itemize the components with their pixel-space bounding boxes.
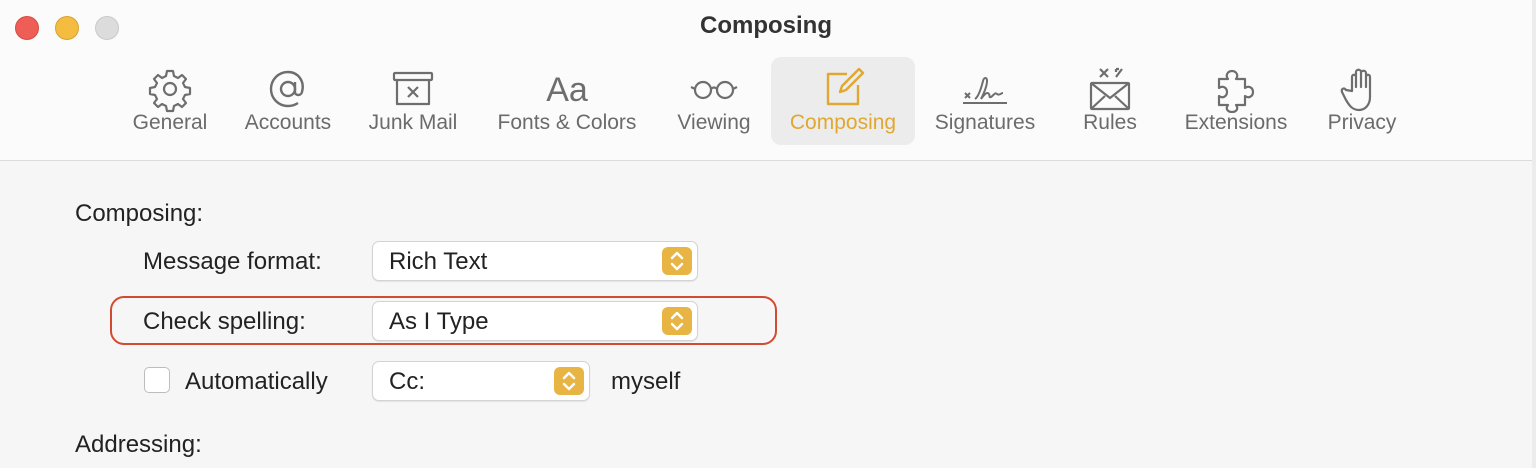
svg-text:Aa: Aa <box>546 71 588 109</box>
tab-privacy[interactable]: Privacy <box>1318 57 1406 145</box>
tab-extensions-label: Extensions <box>1184 111 1288 134</box>
tab-fonts-colors[interactable]: Aa Fonts & Colors <box>486 57 648 145</box>
tab-rules[interactable]: Rules <box>1070 57 1150 145</box>
at-sign-icon <box>269 70 304 108</box>
tab-fonts-colors-label: Fonts & Colors <box>497 111 637 134</box>
tab-junk-mail-label: Junk Mail <box>368 111 458 134</box>
message-format-stepper <box>662 247 692 275</box>
automatically-label: Automatically <box>185 368 328 395</box>
chevron-updown-icon <box>670 311 684 331</box>
gear-icon <box>148 69 192 113</box>
puzzle-icon <box>1217 69 1255 113</box>
chevron-updown-icon <box>562 371 576 391</box>
tab-rules-label: Rules <box>1083 111 1137 134</box>
rules-icon <box>1089 67 1131 111</box>
composing-section-heading: Composing: <box>75 200 204 227</box>
preferences-window: Composing General Accounts Junk Mail Aa … <box>0 0 1533 468</box>
tab-composing-label: Composing <box>789 111 897 134</box>
tab-general-label: General <box>132 111 208 134</box>
message-format-popup[interactable]: Rich Text <box>372 241 698 281</box>
cc-popup[interactable]: Cc: <box>372 361 590 401</box>
glasses-icon <box>690 80 738 100</box>
tab-extensions[interactable]: Extensions <box>1174 57 1298 145</box>
message-format-value: Rich Text <box>389 248 488 275</box>
message-format-label: Message format: <box>143 248 322 275</box>
tab-composing[interactable]: Composing <box>771 57 915 145</box>
automatically-cc-checkbox[interactable] <box>144 367 170 393</box>
tab-signatures-label: Signatures <box>934 111 1036 134</box>
chevron-updown-icon <box>670 251 684 271</box>
titlebar: Composing General Accounts Junk Mail Aa … <box>0 0 1532 161</box>
compose-icon <box>826 67 865 106</box>
tab-privacy-label: Privacy <box>1327 111 1397 134</box>
tab-junk-mail[interactable]: Junk Mail <box>358 57 468 145</box>
tab-accounts[interactable]: Accounts <box>236 57 340 145</box>
check-spelling-stepper <box>662 307 692 335</box>
cc-value: Cc: <box>389 368 425 395</box>
check-spelling-value: As I Type <box>389 308 489 335</box>
window-title: Composing <box>700 12 832 39</box>
addressing-section-heading: Addressing: <box>75 431 202 458</box>
tab-viewing[interactable]: Viewing <box>666 57 762 145</box>
hand-icon <box>1340 68 1372 112</box>
tab-accounts-label: Accounts <box>244 111 332 134</box>
signature-icon <box>963 77 1007 104</box>
check-spelling-popup[interactable]: As I Type <box>372 301 698 341</box>
tab-signatures[interactable]: Signatures <box>926 57 1044 145</box>
check-spelling-label: Check spelling: <box>143 308 306 335</box>
tab-viewing-label: Viewing <box>677 111 751 134</box>
cc-stepper <box>554 367 584 395</box>
junk-mail-icon <box>392 71 434 106</box>
myself-label: myself <box>611 368 681 395</box>
fonts-icon: Aa <box>546 71 588 109</box>
tab-general[interactable]: General <box>124 57 216 145</box>
window-edge <box>1532 0 1536 468</box>
